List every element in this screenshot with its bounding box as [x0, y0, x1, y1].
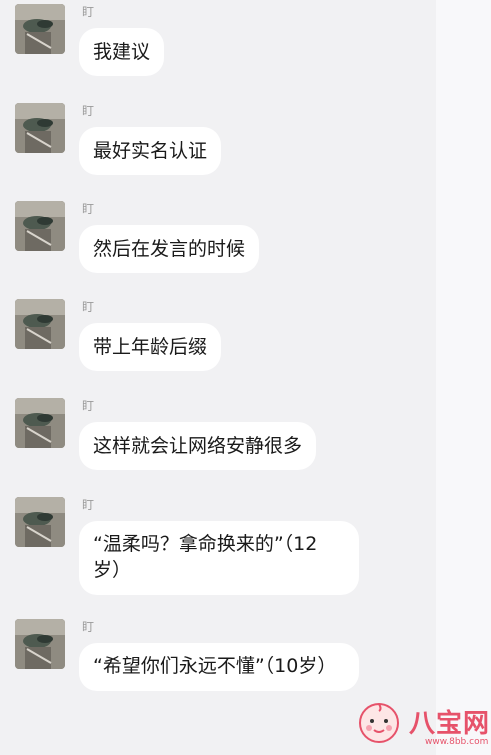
sender-name: 盯	[82, 300, 95, 314]
message-bubble[interactable]: 然后在发言的时候	[79, 225, 260, 273]
avatar-image-icon	[15, 103, 65, 153]
avatar-image-icon	[15, 497, 65, 547]
avatar-image-icon	[15, 619, 65, 669]
avatar-image-icon	[15, 299, 65, 349]
sender-name: 盯	[82, 620, 95, 634]
avatar[interactable]	[15, 398, 65, 448]
sender-name: 盯	[82, 498, 95, 512]
avatar[interactable]	[15, 4, 65, 54]
sender-name: 盯	[82, 399, 95, 413]
avatar[interactable]	[15, 497, 65, 547]
avatar-image-icon	[15, 398, 65, 448]
message-bubble[interactable]: 这样就会让网络安静很多	[79, 422, 317, 470]
sender-name: 盯	[82, 104, 95, 118]
watermark-url: www.8bb.com	[425, 737, 489, 747]
avatar[interactable]	[15, 619, 65, 669]
message-bubble[interactable]: 我建议	[79, 28, 165, 76]
avatar-image-icon	[15, 4, 65, 54]
baby-face-icon	[357, 701, 401, 745]
message-bubble[interactable]: 最好实名认证	[79, 127, 222, 175]
side-panel	[436, 0, 491, 755]
avatar-image-icon	[15, 201, 65, 251]
chat-message-list: 盯 我建议 盯 最好实名认证 盯 然后在发言的时候 盯 带上年龄后缀 盯 这样就…	[0, 0, 436, 755]
avatar[interactable]	[15, 299, 65, 349]
message-bubble[interactable]: 带上年龄后缀	[79, 323, 222, 371]
avatar[interactable]	[15, 201, 65, 251]
sender-name: 盯	[82, 5, 95, 19]
site-watermark: 八宝网 www.8bb.com	[357, 701, 491, 751]
avatar[interactable]	[15, 103, 65, 153]
sender-name: 盯	[82, 202, 95, 216]
watermark-brand: 八宝网	[409, 709, 491, 739]
message-bubble[interactable]: “温柔吗？拿命换来的”（12岁）	[79, 521, 359, 595]
message-bubble[interactable]: “希望你们永远不懂”（10岁）	[79, 643, 359, 691]
